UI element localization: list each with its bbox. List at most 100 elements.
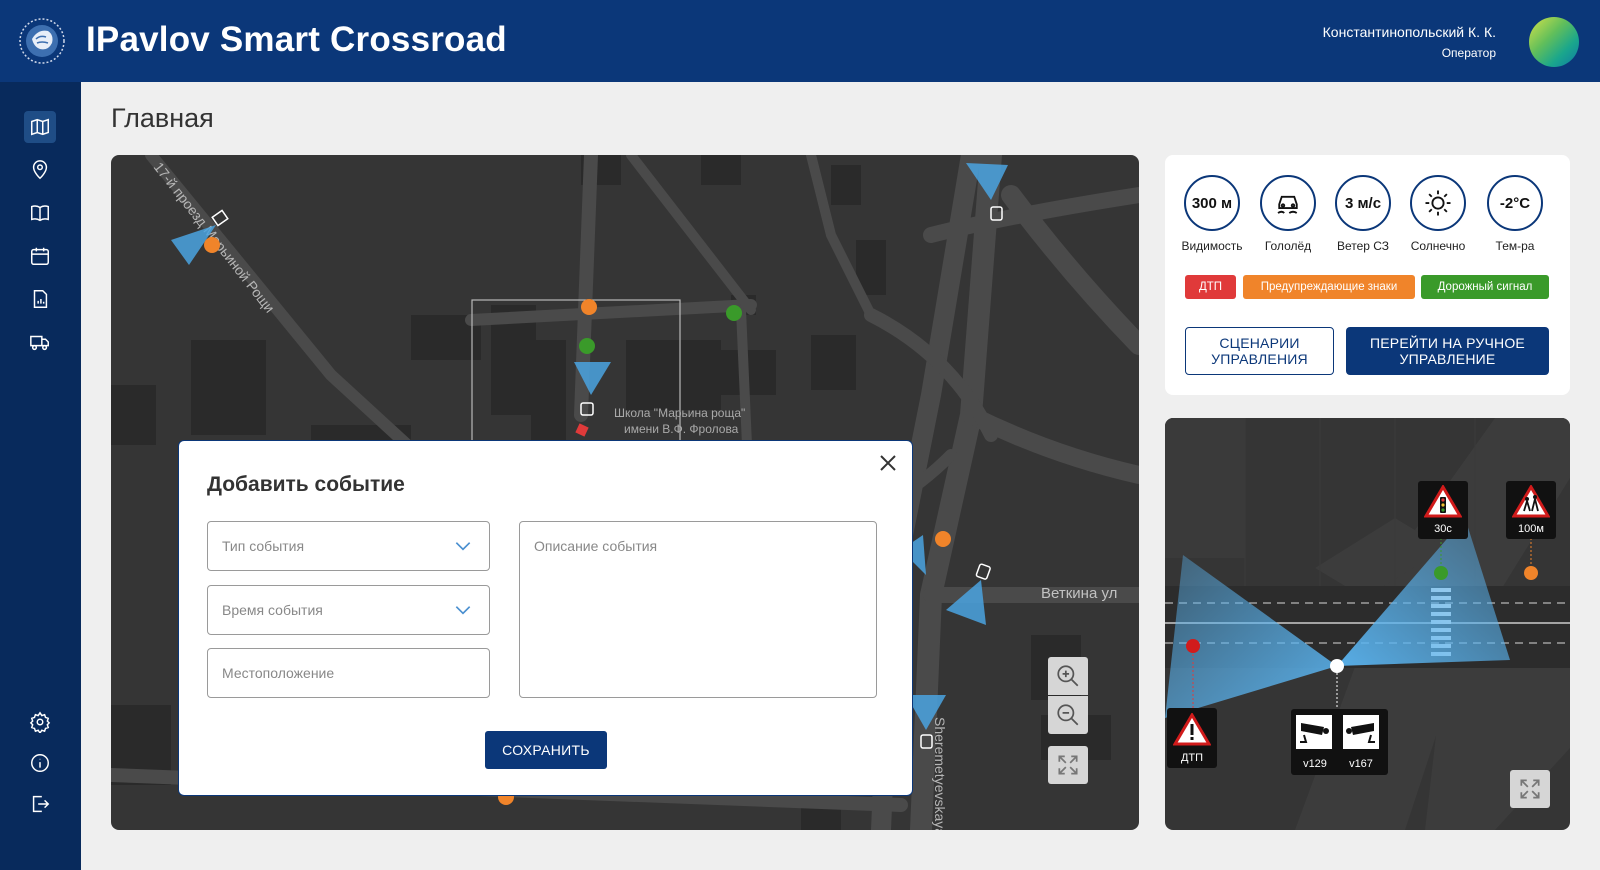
page-title: Главная: [111, 103, 214, 133]
user-role: Оператор: [1441, 46, 1496, 60]
accident-marker[interactable]: [575, 423, 589, 437]
map-label-street-2: Веткина ул: [1041, 585, 1117, 602]
map-label-street-1: 17-й проезд Марьиной Рощи: [151, 159, 278, 316]
traffic-light-warning-icon: [1423, 484, 1463, 518]
map-label-street-3: Sheremetyevskaya: [932, 717, 948, 830]
cctv-camera-icon: [1343, 715, 1379, 749]
app-header: IPavlov Smart Crossroad Константинопольс…: [0, 0, 1600, 82]
warning-marker[interactable]: [935, 531, 951, 547]
visibility-value: 300 м: [1184, 175, 1240, 231]
add-event-modal: Добавить событие Тип события Время событ…: [178, 440, 913, 796]
location-placeholder: Местоположение: [222, 665, 335, 681]
fullscreen-icon: [1520, 779, 1540, 799]
tag-accident[interactable]: ДТП: [1185, 275, 1236, 299]
scenarios-button[interactable]: СЦЕНАРИИ УПРАВЛЕНИЯ: [1185, 327, 1334, 375]
traffic-light-sign[interactable]: 30с: [1418, 481, 1468, 539]
visibility-widget: 300 м Видимость: [1172, 175, 1252, 253]
tag-warning-signs[interactable]: Предупреждающие знаки: [1243, 275, 1415, 299]
ice-widget: Гололёд: [1248, 175, 1328, 253]
manual-control-button[interactable]: ПЕРЕЙТИ НА РУЧНОЕ УПРАВЛЕНИЕ: [1346, 327, 1549, 375]
event-description-textarea[interactable]: Описание события: [519, 521, 877, 698]
wind-widget: 3 м/с Ветер СЗ: [1323, 175, 1403, 253]
event-type-select[interactable]: Тип события: [207, 521, 490, 571]
calendar-icon: [31, 247, 49, 265]
settings-icon: [29, 711, 51, 733]
sidebar-item-locations[interactable]: [24, 154, 56, 186]
crossroad-fullscreen-button[interactable]: [1510, 770, 1550, 808]
ipavlov-logo-icon[interactable]: [18, 17, 66, 65]
signal-marker[interactable]: [1434, 566, 1448, 580]
map-icon: [31, 118, 49, 136]
truck-icon: [30, 335, 49, 351]
close-icon[interactable]: [876, 451, 900, 475]
location-pin-icon: [32, 160, 48, 180]
icy-road-icon: [1277, 195, 1298, 214]
accident-warning-icon: [1172, 712, 1212, 746]
description-placeholder: Описание события: [534, 538, 658, 554]
camera-node[interactable]: [1330, 659, 1344, 673]
traffic-light-timer: 30с: [1434, 523, 1452, 535]
accident-marker[interactable]: [1186, 639, 1200, 653]
sun-widget: Солнечно: [1398, 175, 1478, 253]
sidebar-item-settings[interactable]: [24, 706, 56, 738]
ice-circle: [1260, 175, 1316, 231]
accident-sign-label: ДТП: [1180, 752, 1204, 764]
temperature-label: Тем-ра: [1495, 239, 1535, 253]
event-type-placeholder: Тип события: [222, 538, 305, 554]
sidebar-item-map[interactable]: [24, 111, 56, 143]
fullscreen-button[interactable]: [1048, 746, 1088, 784]
map-label-school-2: имени В.Ф. Фролова: [624, 422, 739, 436]
warning-marker[interactable]: [581, 299, 597, 315]
avatar[interactable]: [1529, 17, 1579, 67]
camera-1-label: v129: [1303, 758, 1327, 770]
tag-road-signal[interactable]: Дорожный сигнал: [1421, 275, 1549, 299]
save-button[interactable]: СОХРАНИТЬ: [485, 731, 607, 769]
conditions-panel: 300 м Видимость Гололёд 3 м/с Ветер СЗ С…: [1165, 155, 1570, 395]
cctv-camera-icon: [1296, 715, 1332, 749]
info-icon: [31, 754, 49, 772]
sidebar-item-calendar[interactable]: [24, 240, 56, 272]
event-time-select[interactable]: Время события: [207, 585, 490, 635]
sidebar: [0, 82, 81, 870]
logout-icon: [32, 795, 50, 813]
wind-label: Ветер СЗ: [1336, 239, 1390, 253]
zoom-in-icon: [1057, 665, 1079, 687]
sun-label: Солнечно: [1410, 239, 1466, 253]
ice-label: Гололёд: [1264, 239, 1312, 253]
zoom-out-icon: [1057, 704, 1079, 726]
signal-marker[interactable]: [726, 305, 742, 321]
book-icon: [31, 205, 49, 222]
temperature-value: -2°С: [1487, 175, 1543, 231]
sidebar-item-transport[interactable]: [24, 326, 56, 358]
accident-sign[interactable]: ДТП: [1167, 708, 1217, 768]
fullscreen-icon: [1058, 755, 1078, 775]
warning-marker[interactable]: [204, 237, 220, 253]
event-time-placeholder: Время события: [222, 602, 323, 618]
map-label-school: Школа "Марьина роща": [614, 406, 745, 420]
warning-marker[interactable]: [1524, 566, 1538, 580]
user-name: Константинопольский К. К.: [1322, 24, 1496, 40]
children-warning-icon: [1511, 484, 1551, 518]
app-title: IPavlov Smart Crossroad: [86, 20, 507, 59]
visibility-label: Видимость: [1181, 239, 1243, 253]
cameras-sign[interactable]: v129 v167: [1291, 709, 1388, 775]
modal-title: Добавить событие: [207, 473, 405, 496]
children-distance: 100м: [1518, 523, 1544, 535]
zoom-out-button[interactable]: [1048, 696, 1088, 734]
children-crossing-sign[interactable]: 100м: [1506, 481, 1556, 539]
signal-marker[interactable]: [579, 338, 595, 354]
sidebar-item-reports[interactable]: [24, 283, 56, 315]
sidebar-item-info[interactable]: [24, 747, 56, 779]
chevron-down-icon: [455, 606, 471, 615]
sidebar-item-journal[interactable]: [24, 197, 56, 229]
sidebar-item-logout[interactable]: [24, 788, 56, 820]
report-icon: [33, 290, 48, 308]
sun-icon: [1425, 190, 1451, 216]
camera-2-label: v167: [1349, 758, 1373, 770]
wind-value: 3 м/с: [1335, 175, 1391, 231]
temperature-widget: -2°С Тем-ра: [1475, 175, 1555, 253]
location-field[interactable]: Местоположение: [207, 648, 490, 698]
zoom-in-button[interactable]: [1048, 657, 1088, 695]
crossroad-view[interactable]: 30с 100м ДТП v129 v167: [1165, 418, 1570, 830]
sun-circle: [1410, 175, 1466, 231]
